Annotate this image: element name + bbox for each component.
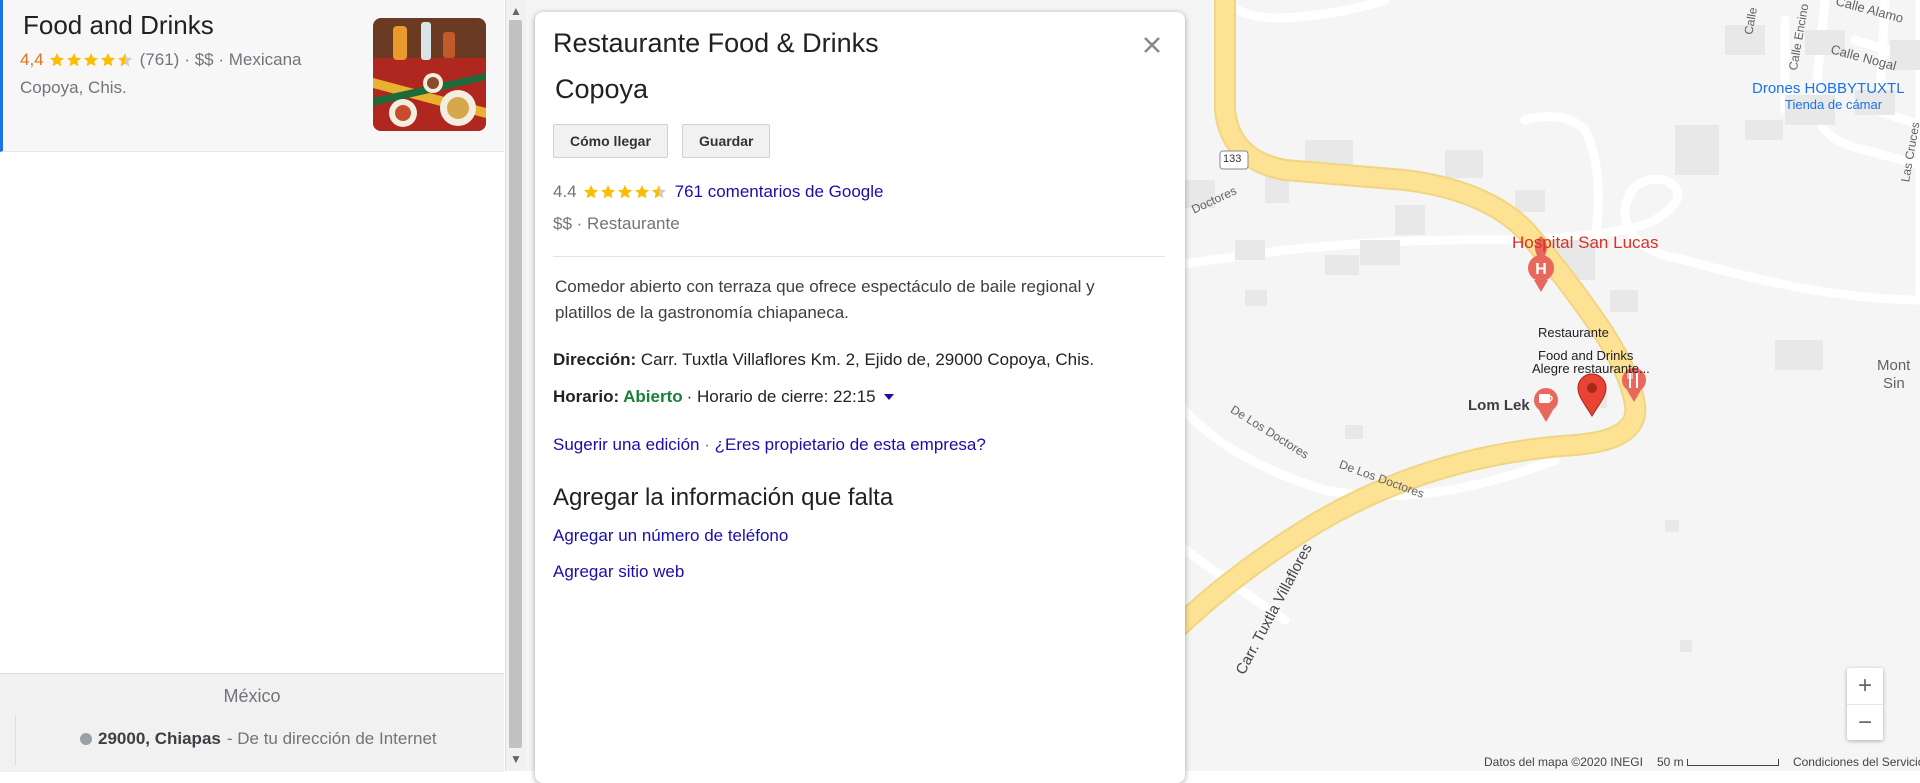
footer-location-source: - De tu dirección de Internet xyxy=(226,729,437,748)
results-scrollbar[interactable]: ▲ ▼ xyxy=(505,0,526,771)
footer-location-bold: 29000, Chiapas xyxy=(98,729,221,748)
map-attribution: Datos del mapa ©2020 INEGI 50 m Condicio… xyxy=(1480,753,1920,771)
place-rating-value: 4.4 xyxy=(553,182,577,201)
drones-label[interactable]: Drones HOBBYTUXTL xyxy=(1752,80,1905,97)
scroll-down-arrow-icon[interactable]: ▼ xyxy=(506,750,526,768)
save-button[interactable]: Guardar xyxy=(682,124,771,158)
address-label: Dirección: xyxy=(553,350,637,369)
place-price-category: $$ · Restaurante xyxy=(553,214,680,233)
restaurant-label-line1[interactable]: Restaurante xyxy=(1538,325,1609,340)
hours-close: · Horario de cierre: 22:15 xyxy=(686,387,876,406)
scroll-up-arrow-icon[interactable]: ▲ xyxy=(506,2,526,20)
place-detail-card: Restaurante Food & Drinks Copoya Cómo ll… xyxy=(535,12,1185,783)
route-number-label: 133 xyxy=(1223,153,1242,165)
place-subtitle: Copoya xyxy=(555,74,649,104)
place-title: Restaurante Food & Drinks xyxy=(553,28,879,58)
close-icon[interactable] xyxy=(1137,30,1167,60)
footer-country: México xyxy=(223,686,281,706)
result-thumbnail[interactable] xyxy=(373,18,486,131)
reviews-link[interactable]: 761 comentarios de Google xyxy=(675,182,884,202)
hours-status: Abierto xyxy=(623,387,683,406)
monte-label-2: Sin xyxy=(1883,375,1905,392)
owner-link[interactable]: ¿Eres propietario de esta empresa? xyxy=(715,435,986,454)
selected-place-pin-icon xyxy=(1577,373,1607,417)
directions-button[interactable]: Cómo llegar xyxy=(553,124,668,158)
edit-links-row: Sugerir una edición · ¿Eres propietario … xyxy=(553,435,986,454)
chevron-down-icon[interactable] xyxy=(883,394,894,400)
result-rating-row: 4,4 (761) · $$ · Mexicana xyxy=(20,50,302,70)
result-meta: · $$ · Mexicana xyxy=(184,50,302,69)
scrollbar-thumb[interactable] xyxy=(509,20,522,748)
map-scale[interactable]: 50 m xyxy=(1657,755,1779,769)
food-photo-icon xyxy=(373,18,486,131)
footer-location[interactable]: 29000, Chiapas - De tu dirección de Inte… xyxy=(80,729,437,749)
results-panel: Food and Drinks 4,4 (761) · $$ · Mexican… xyxy=(0,0,506,772)
footer-divider xyxy=(15,716,16,766)
restaurant-label-line3[interactable]: Alegre restaurante... xyxy=(1532,361,1650,376)
missing-info-heading: Agregar la información que falta xyxy=(553,484,894,511)
map-data-credit: Datos del mapa ©2020 INEGI xyxy=(1484,755,1643,769)
place-description: Comedor abierto con terraza que ofrece e… xyxy=(555,277,1095,322)
result-rating-value: 4,4 xyxy=(20,50,44,69)
zoom-controls: + − xyxy=(1847,668,1883,740)
result-title[interactable]: Food and Drinks xyxy=(23,10,214,41)
zoom-out-button[interactable]: − xyxy=(1847,704,1883,741)
location-dot-icon xyxy=(80,733,92,745)
add-phone-link[interactable]: Agregar un número de teléfono xyxy=(553,526,788,546)
star-rating-icon xyxy=(583,184,669,200)
svg-text:H: H xyxy=(1535,261,1547,278)
drones-sub-label: Tienda de cámar xyxy=(1785,97,1883,112)
place-rating-row: 4.4 761 comentarios de Google xyxy=(553,182,884,202)
place-hours: Horario: Abierto · Horario de cierre: 22… xyxy=(553,387,894,407)
hospital-label[interactable]: Hospital San Lucas xyxy=(1512,233,1658,253)
add-website-link[interactable]: Agregar sitio web xyxy=(553,562,684,582)
result-location: Copoya, Chis. xyxy=(20,78,127,97)
place-address: Dirección: Carr. Tuxtla Villaflores Km. … xyxy=(553,350,1094,370)
scale-bar-icon xyxy=(1686,759,1779,767)
place-price: $$ xyxy=(553,214,572,233)
star-rating-icon xyxy=(49,52,135,68)
lom-lek-label[interactable]: Lom Lek xyxy=(1468,397,1530,414)
cafe-marker-icon xyxy=(1534,388,1558,422)
result-review-count: (761) xyxy=(139,50,180,69)
suggest-edit-link[interactable]: Sugerir una edición xyxy=(553,435,699,454)
hours-label: Horario: xyxy=(553,387,620,406)
zoom-in-button[interactable]: + xyxy=(1847,668,1883,704)
monte-label: Mont xyxy=(1877,357,1911,374)
terms-link[interactable]: Condiciones del Servicio xyxy=(1793,755,1920,769)
place-category: Restaurante xyxy=(587,214,680,233)
address-value: Carr. Tuxtla Villaflores Km. 2, Ejido de… xyxy=(640,350,1095,369)
divider xyxy=(553,256,1165,257)
result-item[interactable]: Food and Drinks 4,4 (761) · $$ · Mexican… xyxy=(0,0,504,152)
location-footer: México 29000, Chiapas - De tu dirección … xyxy=(0,673,504,772)
